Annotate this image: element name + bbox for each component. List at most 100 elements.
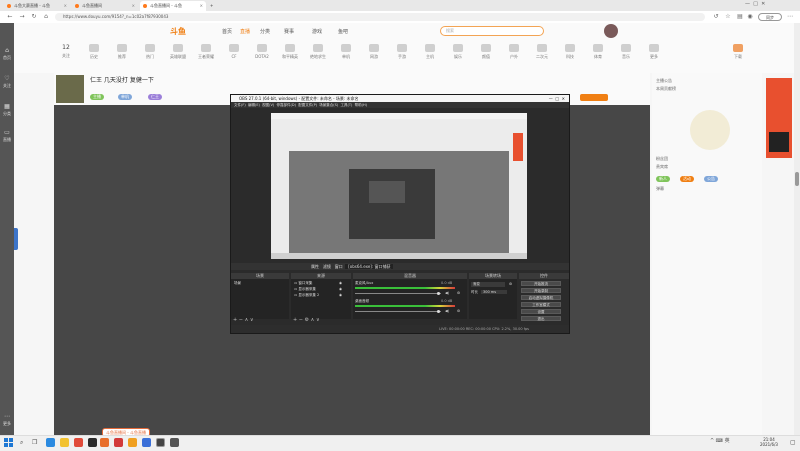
nav-link-match[interactable]: 赛事 [284,28,294,35]
category-item[interactable]: 科技 [558,44,582,60]
exit-button[interactable]: 退出 [521,316,561,321]
minimize-icon[interactable]: — [549,96,553,101]
close-tab-icon[interactable]: × [64,1,67,11]
windows-start-icon[interactable] [4,438,13,447]
home-icon[interactable]: ⌂ [42,13,50,21]
mic-volume-slider[interactable] [355,293,441,294]
category-item[interactable]: 绝地求生 [306,44,330,60]
menu-tools[interactable]: 工具(T) [340,103,352,107]
remove-icon[interactable]: − [299,317,303,323]
obs-taskbar-icon[interactable] [156,438,165,447]
favorites-icon[interactable]: ☆ [724,13,732,21]
edge-browser-icon[interactable] [46,438,55,447]
profile-icon[interactable]: ◉ [746,13,754,21]
speaker-icon[interactable]: ◀) [445,309,449,313]
menu-docks[interactable]: 停靠部件(D) [277,103,296,107]
sidebar-item-home[interactable]: ⌂ 首页 [2,47,12,61]
notification-center-icon[interactable]: ▢ [790,439,796,446]
desktop-volume-knob[interactable] [437,310,440,313]
system-tray[interactable]: ^ ⌨ 英 [710,437,730,444]
window-select[interactable]: [obs64.exe]: 窗口捕获 [345,264,394,269]
app-icon[interactable] [170,438,179,447]
remove-icon[interactable]: − [239,317,243,323]
filters-button[interactable]: 滤镜 [323,264,331,269]
category-item[interactable]: 二次元 [530,44,554,60]
taskbar-clock[interactable]: 21:04 2021/6/3 [760,437,778,447]
follow-button[interactable] [580,94,608,101]
visibility-icon[interactable]: ◉ [339,281,342,285]
add-icon[interactable]: + [293,317,297,323]
category-item[interactable]: 网游 [362,44,386,60]
minimize-icon[interactable]: — [745,1,750,7]
source-item[interactable]: ▭ 显示器采集 [294,287,316,292]
room-tag[interactable]: 单机 [118,94,132,100]
nav-link-game[interactable]: 游戏 [312,28,322,35]
gear-icon[interactable]: ⚙ [457,291,460,295]
properties-button[interactable]: 属性 [311,264,319,269]
nav-link-category[interactable]: 分类 [260,28,270,35]
search-input[interactable]: 搜索 [440,26,544,36]
gear-icon[interactable]: ⚙ [305,317,309,323]
category-item[interactable]: 户外 [502,44,526,60]
duration-input[interactable]: 300 ms [481,290,507,294]
vip-label[interactable]: 贵宾席 [656,164,668,170]
category-item[interactable]: 英雄联盟 [166,44,190,60]
browser-tab[interactable]: 斗鱼直播间 × [72,1,138,11]
category-item[interactable]: CF [222,44,246,59]
studio-mode-button[interactable]: 工作室模式 [521,302,561,307]
menu-help[interactable]: 帮助(H) [355,103,367,107]
back-icon[interactable]: ← [6,13,14,21]
nav-link-live[interactable]: 直播 [240,28,250,35]
collections-icon[interactable]: ▤ [736,13,744,21]
menu-scene-collection[interactable]: 场景集合(S) [319,103,338,107]
user-avatar[interactable] [604,24,618,38]
menu-profile[interactable]: 配置文件(P) [298,103,317,107]
room-tag[interactable]: 仁王 [148,94,162,100]
maximize-icon[interactable]: □ [555,96,559,101]
app-icon[interactable] [100,438,109,447]
download-app-button[interactable]: 下载 [726,44,750,60]
category-item[interactable]: 单机 [334,44,358,60]
url-input[interactable]: https://www.douyu.com/9154?_n=1c02a7f879… [55,13,705,21]
add-icon[interactable]: + [233,317,237,323]
streamer-avatar[interactable] [56,75,84,103]
app-icon[interactable] [114,438,123,447]
category-item[interactable]: 音乐 [614,44,638,60]
category-item[interactable]: 王者荣耀 [194,44,218,60]
category-item[interactable]: 历史 [82,44,106,60]
menu-view[interactable]: 视图(V) [262,103,274,107]
gear-icon[interactable]: ⚙ [509,282,512,286]
category-item[interactable]: 12 关注 [54,44,78,59]
category-item[interactable]: 体育 [586,44,610,60]
browser-tab-active[interactable]: 斗鱼直播间 - 斗鱼 × [140,1,206,11]
maximize-icon[interactable]: □ [753,1,758,7]
category-item[interactable]: 手游 [390,44,414,60]
scene-item[interactable]: 场景 [234,281,241,286]
start-recording-button[interactable]: 开始录制 [521,288,561,293]
category-item[interactable]: 颜值 [474,44,498,60]
nav-link-home[interactable]: 首页 [222,28,232,35]
douyu-logo[interactable]: 斗鱼 [170,26,186,37]
mic-volume-knob[interactable] [437,292,440,295]
more-menu-icon[interactable]: ⋯ [786,13,794,21]
source-item[interactable]: ▭ 窗口采集 [294,281,312,286]
nav-link-yuba[interactable]: 鱼吧 [338,28,348,35]
refresh-icon[interactable]: ↺ [712,13,720,21]
speaker-icon[interactable]: ◀) [445,291,449,295]
settings-button[interactable]: 设置 [521,309,561,314]
category-item[interactable]: 热门 [138,44,162,60]
rank-label[interactable]: 本周贡献榜 [656,86,676,92]
obs-preview[interactable] [271,113,527,259]
fan-club-label[interactable]: 粉丝团 [656,156,668,162]
sync-button[interactable]: 同步 [758,13,782,21]
reload-icon[interactable]: ↻ [30,13,38,21]
new-tab-button[interactable]: + [208,1,218,11]
category-item[interactable]: DOTA2 [250,44,274,59]
gear-icon[interactable]: ⚙ [457,309,460,313]
app-icon[interactable] [142,438,151,447]
app-icon[interactable] [128,438,137,447]
page-scrollbar[interactable] [794,23,800,435]
category-item[interactable]: 更多 [642,44,666,60]
close-window-icon[interactable]: ✕ [562,96,565,101]
category-item[interactable]: 推荐 [110,44,134,60]
